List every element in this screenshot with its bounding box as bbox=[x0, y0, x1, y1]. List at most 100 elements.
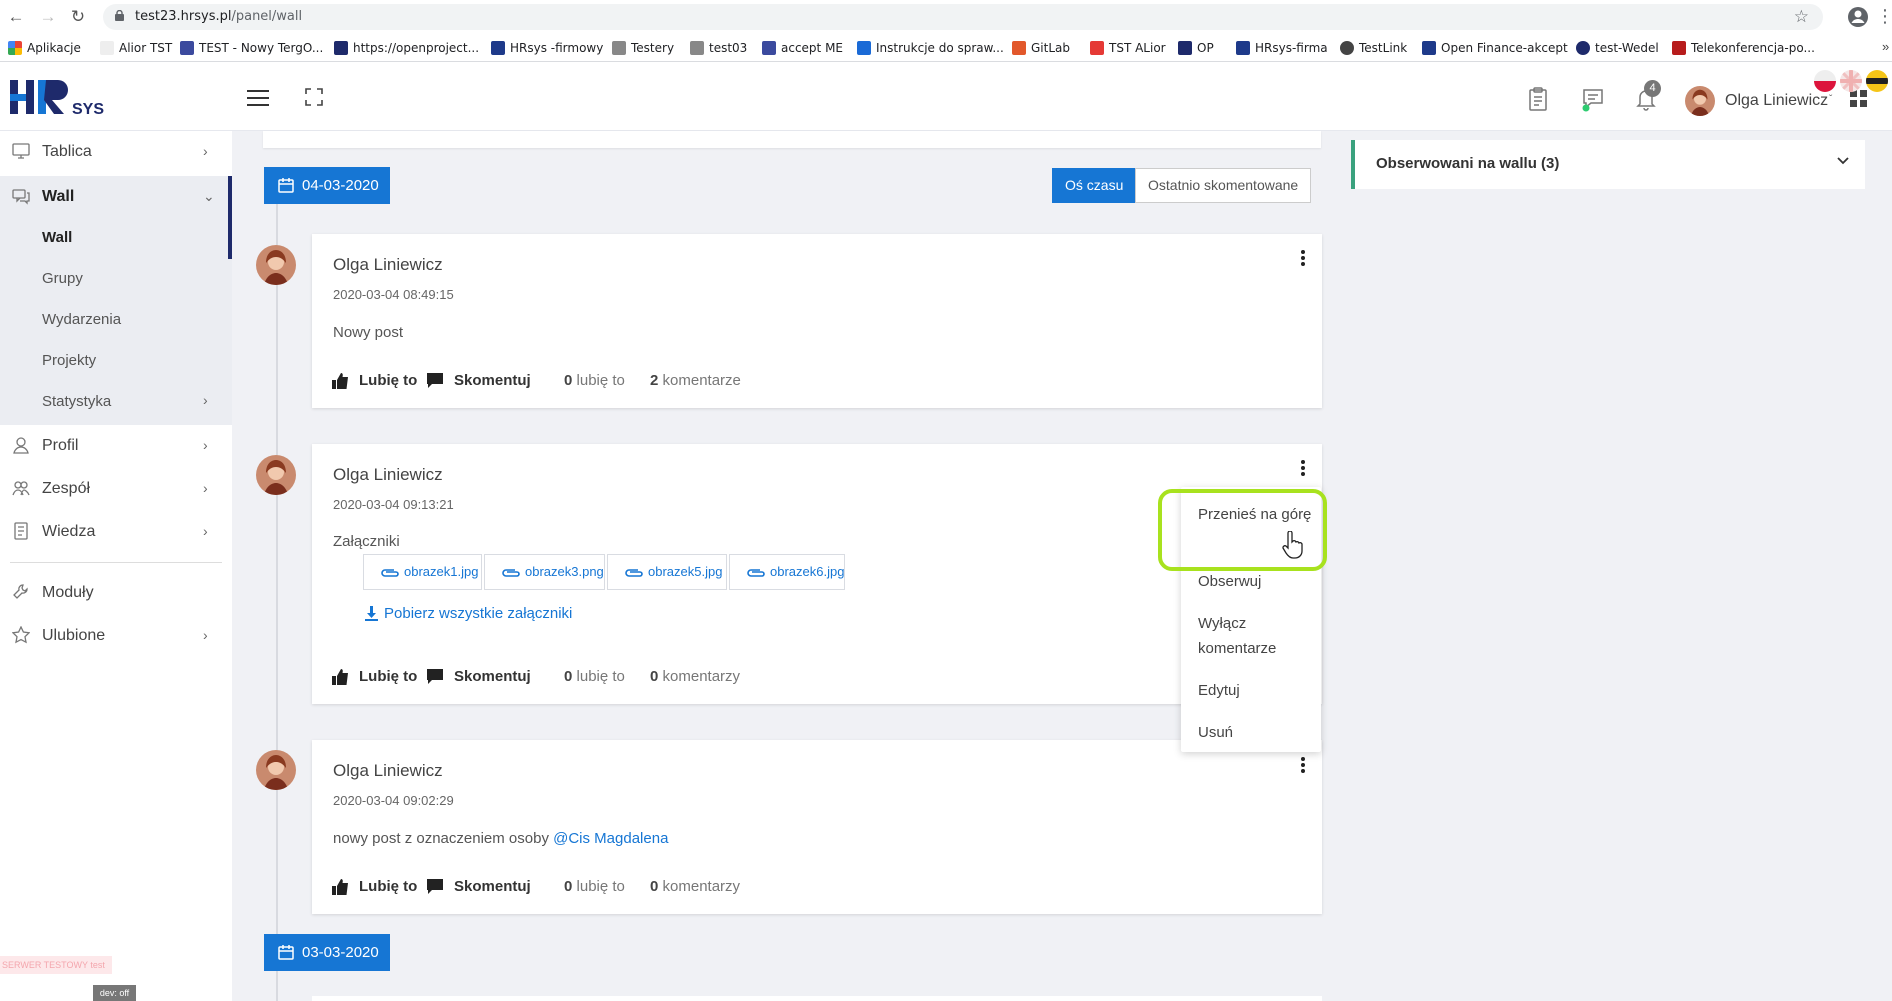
composer-card-edge bbox=[263, 131, 1321, 148]
comments-count[interactable]: 0 komentarzy bbox=[650, 668, 740, 685]
bookmark[interactable]: TEST - Nowy TergO... bbox=[180, 41, 323, 55]
tab-timeline[interactable]: Oś czasu bbox=[1052, 168, 1137, 203]
likes-count[interactable]: 0 lubię to bbox=[564, 372, 625, 389]
menu-item-edit[interactable]: Edytuj bbox=[1198, 678, 1318, 703]
comment-button[interactable]: Skomentuj bbox=[427, 372, 531, 389]
sidebar-item-profil[interactable]: Profil › bbox=[0, 425, 232, 467]
bookmark[interactable]: GitLab bbox=[1012, 41, 1070, 55]
avatar[interactable] bbox=[256, 245, 296, 285]
observed-title: Obserwowani na wallu (3) bbox=[1376, 155, 1560, 172]
team-icon bbox=[12, 481, 30, 496]
post-options-icon[interactable] bbox=[1299, 250, 1307, 270]
flag-pl-icon[interactable] bbox=[1814, 70, 1836, 92]
bookmark[interactable]: HRsys -firmowy bbox=[491, 41, 603, 55]
chevron-down-icon[interactable]: ˇ bbox=[1829, 94, 1832, 105]
comments-count[interactable]: 0 komentarzy bbox=[650, 878, 740, 895]
submenu-active-bg bbox=[0, 218, 232, 259]
likes-count[interactable]: 0 lubię to bbox=[564, 668, 625, 685]
like-button[interactable]: Lubię to bbox=[332, 668, 417, 685]
back-icon[interactable]: ← bbox=[6, 7, 26, 27]
bookmark[interactable]: Testery bbox=[612, 41, 674, 55]
like-button[interactable]: Lubię to bbox=[332, 372, 417, 389]
bookmark[interactable]: HRsys-firma bbox=[1236, 41, 1328, 55]
attachment-link[interactable]: obrazek6.jpg bbox=[729, 554, 845, 590]
submenu-item-projekty[interactable]: Projekty bbox=[42, 352, 96, 369]
chevron-down-icon: ⌄ bbox=[203, 188, 215, 204]
browser-profile-icon[interactable] bbox=[1847, 6, 1869, 28]
post-author[interactable]: Olga Liniewicz bbox=[333, 255, 443, 275]
menu-item-disable-comments[interactable]: Wyłącz komentarze bbox=[1198, 611, 1318, 661]
attachment-link[interactable]: obrazek5.jpg bbox=[607, 554, 727, 590]
comments-count[interactable]: 2 komentarze bbox=[650, 372, 741, 389]
fullscreen-icon[interactable] bbox=[305, 88, 323, 106]
bookmark[interactable]: test-Wedel bbox=[1576, 41, 1659, 55]
sidebar-item-tablica[interactable]: Tablica › bbox=[0, 131, 232, 173]
dev-mode-tag: dev: off bbox=[93, 985, 136, 1001]
submenu-item-wydarzenia[interactable]: Wydarzenia bbox=[42, 311, 121, 328]
bookmark[interactable]: TestLink bbox=[1340, 41, 1407, 55]
sidebar-item-ulubione[interactable]: Ulubione › bbox=[0, 615, 232, 657]
tab-recently-commented[interactable]: Ostatnio skomentowane bbox=[1135, 168, 1312, 203]
paperclip-icon bbox=[381, 569, 399, 577]
post-options-icon[interactable] bbox=[1299, 460, 1307, 480]
hrsys-logo[interactable]: SYS bbox=[10, 76, 110, 120]
avatar[interactable] bbox=[256, 750, 296, 790]
chevron-down-icon[interactable] bbox=[1835, 152, 1851, 168]
sidebar-item-moduly[interactable]: Moduły bbox=[0, 572, 232, 614]
submenu-item-wall[interactable]: Wall bbox=[42, 229, 72, 246]
attachment-link[interactable]: obrazek1.jpg bbox=[363, 554, 482, 590]
bookmark[interactable]: Open Finance-akcept bbox=[1422, 41, 1568, 55]
star-icon bbox=[12, 626, 30, 644]
post-options-icon[interactable] bbox=[1299, 757, 1307, 777]
like-button[interactable]: Lubię to bbox=[332, 878, 417, 895]
sidebar-item-zespol[interactable]: Zespół › bbox=[0, 468, 232, 510]
avatar[interactable] bbox=[256, 455, 296, 495]
app-header: SYS bbox=[0, 62, 1892, 131]
clipboard-icon[interactable] bbox=[1525, 86, 1551, 112]
bookmark[interactable]: Alior TST bbox=[100, 41, 172, 55]
observed-panel[interactable]: Obserwowani na wallu (3) bbox=[1351, 140, 1865, 189]
post-date: 2020-03-04 09:13:21 bbox=[333, 497, 454, 512]
date-marker: 04-03-2020 bbox=[264, 167, 390, 204]
reload-icon[interactable]: ↻ bbox=[68, 7, 88, 27]
post-author[interactable]: Olga Liniewicz bbox=[333, 465, 443, 485]
address-bar[interactable]: test23.hrsys.pl/panel/wall ☆ bbox=[103, 4, 1823, 30]
bookmark[interactable]: test03 bbox=[690, 41, 747, 55]
bookmark[interactable]: https://openproject... bbox=[334, 41, 479, 55]
sidebar-item-wall[interactable]: Wall ⌄ bbox=[0, 176, 232, 218]
flag-en-icon[interactable] bbox=[1840, 70, 1862, 92]
lock-icon bbox=[115, 10, 124, 21]
bookmark[interactable]: Telekonferencja-po... bbox=[1672, 41, 1815, 55]
download-all-link[interactable]: Pobierz wszystkie załączniki bbox=[365, 605, 572, 622]
messages-icon[interactable] bbox=[1580, 86, 1606, 112]
comment-button[interactable]: Skomentuj bbox=[427, 878, 531, 895]
bookmark[interactable]: accept ME bbox=[762, 41, 843, 55]
bookmark[interactable]: TST ALior bbox=[1090, 41, 1166, 55]
avatar[interactable] bbox=[1685, 86, 1715, 116]
user-name[interactable]: Olga Liniewicz bbox=[1725, 92, 1828, 110]
attachment-link[interactable]: obrazek3.png bbox=[484, 554, 605, 590]
bookmark-star-icon[interactable]: ☆ bbox=[1794, 7, 1809, 27]
server-test-tag: SERWER TESTOWY test bbox=[0, 956, 112, 974]
submenu-item-grupy[interactable]: Grupy bbox=[42, 270, 83, 287]
menu-item-follow[interactable]: Obserwuj bbox=[1198, 569, 1318, 594]
bookmark[interactable]: OP bbox=[1178, 41, 1214, 55]
browser-menu-icon[interactable]: ⋮ bbox=[1876, 5, 1892, 27]
notifications-count-badge: 4 bbox=[1644, 80, 1661, 97]
menu-toggle-icon[interactable] bbox=[247, 90, 269, 106]
apps-grid-icon[interactable] bbox=[1850, 90, 1868, 108]
submenu-item-statystyka[interactable]: Statystyka bbox=[42, 393, 111, 410]
flag-other-icon[interactable] bbox=[1866, 70, 1888, 92]
bookmark[interactable]: Aplikacje bbox=[8, 41, 81, 55]
user-mention-link[interactable]: @Cis Magdalena bbox=[553, 830, 668, 847]
menu-item-delete[interactable]: Usuń bbox=[1198, 720, 1318, 745]
likes-count[interactable]: 0 lubię to bbox=[564, 878, 625, 895]
bookmark[interactable]: Instrukcje do spraw... bbox=[857, 41, 1004, 55]
comment-button[interactable]: Skomentuj bbox=[427, 668, 531, 685]
forward-icon[interactable]: → bbox=[38, 7, 58, 27]
browser-toolbar: ← → ↻ test23.hrsys.pl/panel/wall ☆ ⋮ bbox=[0, 0, 1892, 34]
paperclip-icon bbox=[625, 569, 643, 577]
post-author[interactable]: Olga Liniewicz bbox=[333, 761, 443, 781]
sidebar-item-wiedza[interactable]: Wiedza › bbox=[0, 511, 232, 553]
bookmarks-overflow-icon[interactable]: » bbox=[1882, 39, 1889, 54]
